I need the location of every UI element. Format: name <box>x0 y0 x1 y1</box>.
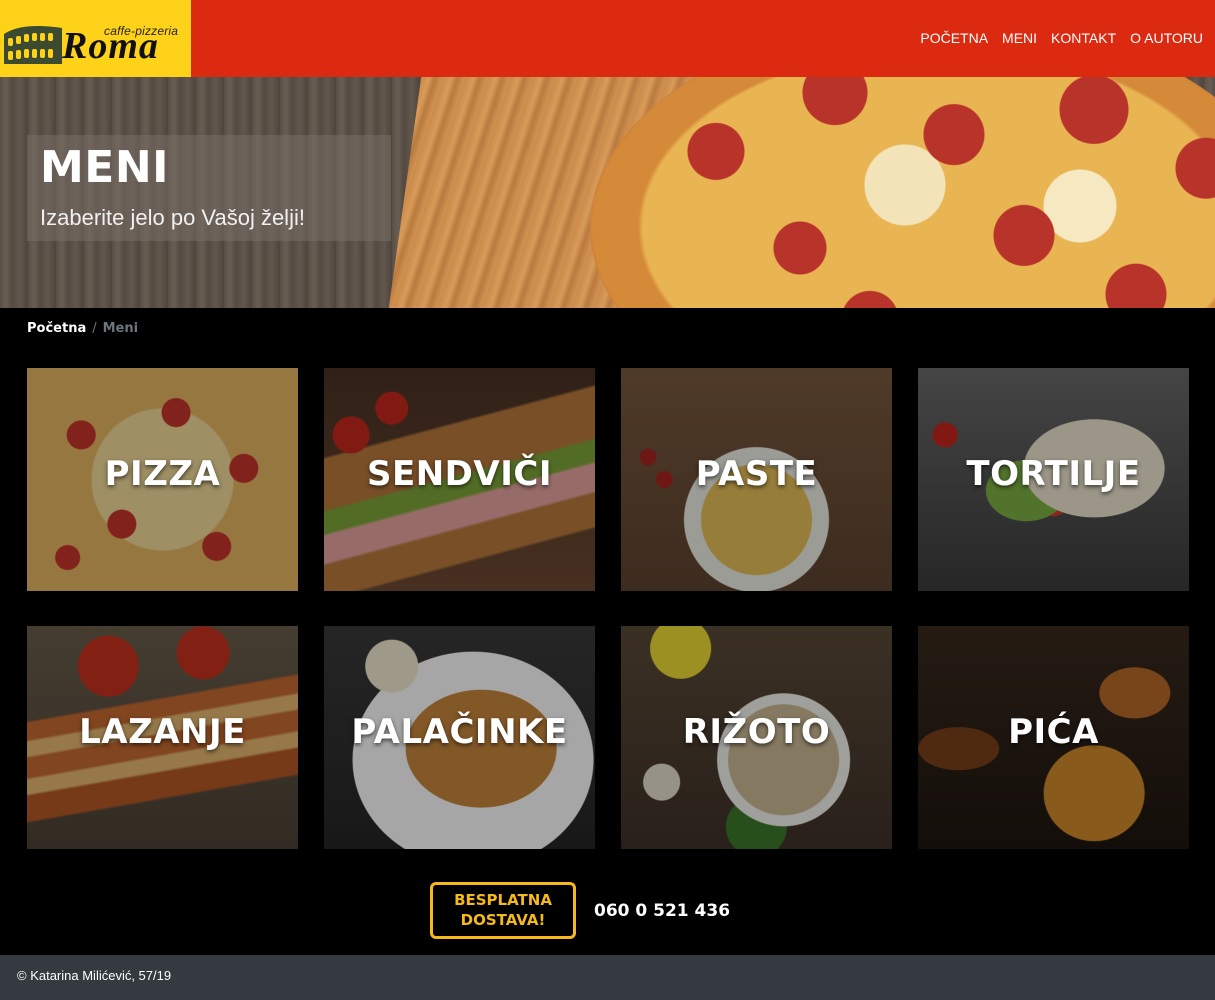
category-label: LAZANJE <box>79 712 246 752</box>
site-footer: © Katarina Milićević, 57/19 <box>0 955 1215 1000</box>
category-card-pizza[interactable]: PIZZA <box>27 368 298 591</box>
category-card-palacinke[interactable]: PALAČINKE <box>324 626 595 849</box>
site-header: caffe-pizzeria Roma POČETNA MENI KONTAKT… <box>0 0 1215 77</box>
copyright-text: © Katarina Milićević, 57/19 <box>17 968 172 983</box>
breadcrumb-current: Meni <box>102 321 139 336</box>
category-label: PALAČINKE <box>351 712 568 752</box>
category-label: PIĆA <box>1008 712 1099 752</box>
delivery-line-1: BESPLATNA <box>454 891 552 909</box>
category-card-rizoto[interactable]: RIŽOTO <box>621 626 892 849</box>
category-label: PIZZA <box>104 454 221 494</box>
category-label: TORTILJE <box>966 454 1141 494</box>
main-nav: POČETNA MENI KONTAKT O AUTORU <box>906 30 1203 46</box>
nav-link-o-autoru[interactable]: O AUTORU <box>1130 30 1203 46</box>
breadcrumb: Početna / Meni <box>27 321 138 336</box>
page-subtitle: Izaberite jelo po Vašoj želji! <box>40 205 305 230</box>
free-delivery-button[interactable]: BESPLATNA DOSTAVA! <box>430 882 576 939</box>
nav-link-kontakt[interactable]: KONTAKT <box>1051 30 1116 46</box>
phone-number[interactable]: 060 0 521 436 <box>594 901 730 921</box>
breadcrumb-separator: / <box>92 321 97 336</box>
category-card-lazanje[interactable]: LAZANJE <box>27 626 298 849</box>
category-card-paste[interactable]: PASTE <box>621 368 892 591</box>
category-card-pica[interactable]: PIĆA <box>918 626 1189 849</box>
delivery-line-2: DOSTAVA! <box>460 911 546 929</box>
logo[interactable]: caffe-pizzeria Roma <box>0 0 191 77</box>
category-label: PASTE <box>695 454 818 494</box>
logo-name: Roma <box>62 25 159 67</box>
category-card-tortilje[interactable]: TORTILJE <box>918 368 1189 591</box>
colosseum-icon <box>4 26 62 64</box>
breadcrumb-home-link[interactable]: Početna <box>27 321 86 336</box>
category-card-sendvici[interactable]: SENDVIČI <box>324 368 595 591</box>
page-title: MENI <box>40 142 170 193</box>
category-label: RIŽOTO <box>682 712 831 752</box>
hero-banner: MENI Izaberite jelo po Vašoj želji! <box>0 77 1215 308</box>
category-label: SENDVIČI <box>367 454 552 494</box>
hero-pizza-image <box>590 77 1215 308</box>
nav-link-pocetna[interactable]: POČETNA <box>920 30 988 46</box>
nav-link-meni[interactable]: MENI <box>1002 30 1037 46</box>
